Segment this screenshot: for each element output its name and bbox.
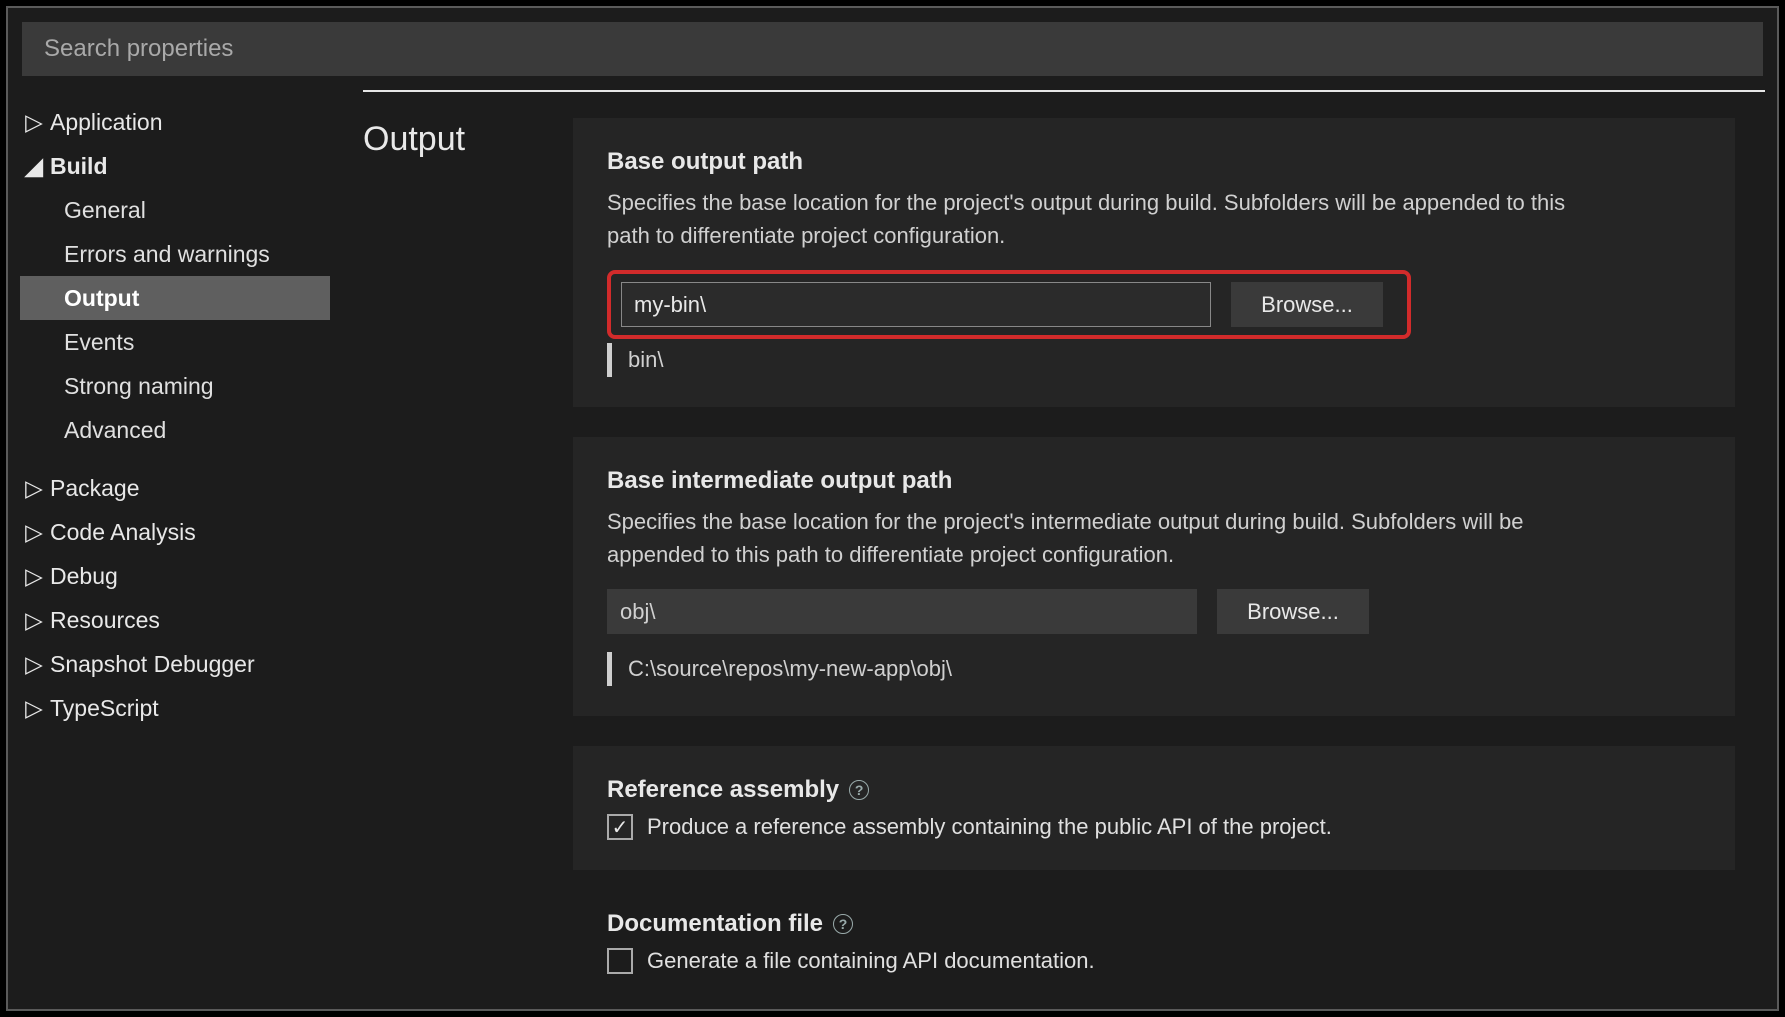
checkbox-label: Produce a reference assembly containing … (647, 814, 1332, 840)
default-bar-icon (607, 343, 612, 377)
chevron-right-icon: ▷ (24, 651, 44, 678)
reference-assembly-checkbox[interactable]: ✓ (607, 814, 633, 840)
sidebar-item-label: Debug (50, 563, 118, 590)
section-title: Documentation file ? (607, 910, 1701, 938)
sidebar-item-label: General (64, 197, 146, 224)
highlight-annotation: Browse... (607, 270, 1411, 339)
section-title-text: Reference assembly (607, 776, 839, 804)
sidebar-item-advanced[interactable]: Advanced (8, 408, 363, 452)
default-value: bin\ (628, 347, 663, 373)
section-description: Specifies the base location for the proj… (607, 505, 1587, 571)
base-output-path-input[interactable] (621, 282, 1211, 327)
sidebar-item-label: Advanced (64, 417, 166, 444)
search-properties-input[interactable]: Search properties (22, 22, 1763, 76)
sidebar-item-snapshot-debugger[interactable]: ▷ Snapshot Debugger (8, 642, 363, 686)
body: ▷ Application ◢ Build General Errors and… (8, 90, 1777, 1009)
documentation-file-checkbox[interactable] (607, 948, 633, 974)
chevron-right-icon: ▷ (24, 109, 44, 136)
sidebar-item-strong-naming[interactable]: Strong naming (8, 364, 363, 408)
sidebar-item-label: Build (50, 153, 108, 180)
section-title: Reference assembly ? (607, 776, 1701, 804)
sidebar-item-label: Code Analysis (50, 519, 196, 546)
input-row: Browse... (607, 589, 1701, 634)
properties-window: Search properties ▷ Application ◢ Build … (6, 6, 1779, 1011)
sidebar-item-label: Snapshot Debugger (50, 651, 255, 678)
default-value: C:\source\repos\my-new-app\obj\ (628, 656, 952, 682)
sidebar-item-general[interactable]: General (8, 188, 363, 232)
checkbox-row: Generate a file containing API documenta… (607, 948, 1701, 974)
checkbox-row: ✓ Produce a reference assembly containin… (607, 814, 1701, 840)
sidebar-item-label: Events (64, 329, 134, 356)
sidebar-item-resources[interactable]: ▷ Resources (8, 598, 363, 642)
search-placeholder: Search properties (44, 35, 233, 63)
sidebar-item-events[interactable]: Events (8, 320, 363, 364)
sidebar-item-errors-warnings[interactable]: Errors and warnings (8, 232, 363, 276)
chevron-right-icon: ▷ (24, 607, 44, 634)
sidebar-item-code-analysis[interactable]: ▷ Code Analysis (8, 510, 363, 554)
sidebar-item-label: TypeScript (50, 695, 159, 722)
chevron-down-icon: ◢ (24, 153, 44, 180)
section-base-intermediate-output-path: Base intermediate output path Specifies … (573, 437, 1735, 716)
section-documentation-file: Documentation file ? Generate a file con… (573, 900, 1735, 984)
page-title: Output (363, 120, 573, 159)
sidebar-item-label: Package (50, 475, 140, 502)
chevron-right-icon: ▷ (24, 695, 44, 722)
chevron-right-icon: ▷ (24, 563, 44, 590)
base-intermediate-output-path-input[interactable] (607, 589, 1197, 634)
section-base-output-path: Base output path Specifies the base loca… (573, 118, 1735, 407)
default-value-row: C:\source\repos\my-new-app\obj\ (607, 652, 1701, 686)
sidebar-item-package[interactable]: ▷ Package (8, 466, 363, 510)
default-value-row: bin\ (607, 343, 1701, 377)
chevron-right-icon: ▷ (24, 519, 44, 546)
section-title: Base intermediate output path (607, 467, 1701, 495)
main-panel: Output Base output path Specifies the ba… (363, 90, 1765, 1009)
checkbox-label: Generate a file containing API documenta… (647, 948, 1095, 974)
sidebar-item-label: Resources (50, 607, 160, 634)
sidebar-item-output[interactable]: Output (20, 276, 330, 320)
content-column: Base output path Specifies the base loca… (573, 92, 1765, 1009)
browse-button[interactable]: Browse... (1231, 282, 1383, 327)
sidebar-item-label: Output (64, 285, 139, 312)
browse-button[interactable]: Browse... (1217, 589, 1369, 634)
sidebar: ▷ Application ◢ Build General Errors and… (8, 90, 363, 1009)
section-reference-assembly: Reference assembly ? ✓ Produce a referen… (573, 746, 1735, 870)
sidebar-item-debug[interactable]: ▷ Debug (8, 554, 363, 598)
chevron-right-icon: ▷ (24, 475, 44, 502)
section-title: Base output path (607, 148, 1701, 176)
sidebar-item-build[interactable]: ◢ Build (8, 144, 363, 188)
section-title-text: Documentation file (607, 910, 823, 938)
page-title-column: Output (363, 92, 573, 1009)
sidebar-item-label: Application (50, 109, 163, 136)
section-description: Specifies the base location for the proj… (607, 186, 1587, 252)
sidebar-item-label: Errors and warnings (64, 241, 270, 268)
default-bar-icon (607, 652, 612, 686)
help-icon[interactable]: ? (849, 780, 869, 800)
sidebar-item-label: Strong naming (64, 373, 214, 400)
help-icon[interactable]: ? (833, 914, 853, 934)
sidebar-item-application[interactable]: ▷ Application (8, 100, 363, 144)
sidebar-item-typescript[interactable]: ▷ TypeScript (8, 686, 363, 730)
